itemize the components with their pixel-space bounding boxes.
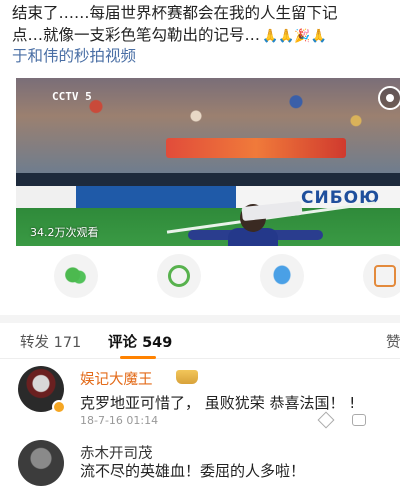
tab-repost[interactable]: 转发 171: [20, 331, 81, 352]
tab-repost-count: 171: [53, 335, 82, 351]
post-text-line-1: 结束了……每届世界杯赛都会在我的人生留下记: [12, 4, 338, 22]
share-wechat-button[interactable]: [54, 254, 98, 298]
share-qq-button[interactable]: [260, 254, 304, 298]
comment-username[interactable]: 娱记大魔王: [80, 368, 153, 389]
avatar[interactable]: [18, 440, 64, 486]
view-count: 34.2万次观看: [30, 226, 99, 239]
live-icon[interactable]: [378, 86, 400, 110]
channel-logo: CCTV 5: [52, 90, 92, 103]
share-moments-button[interactable]: [157, 254, 201, 298]
comment-item[interactable]: 赤木开司茂 流不尽的英雄血！委屈的人多啦！: [0, 438, 400, 489]
edit-icon[interactable]: [317, 411, 335, 429]
share-row: [0, 254, 400, 304]
verified-badge-icon: [52, 400, 66, 414]
tab-like[interactable]: 赞: [386, 331, 400, 352]
post-text-line-2-text: 点…就像一支彩色笔勾勒出的记号…: [12, 26, 261, 44]
tab-comment-count: 549: [142, 335, 173, 351]
video-player[interactable]: СИБОЮ 3 CCTV 5 34.2万次观看: [16, 78, 400, 246]
tab-repost-label: 转发: [20, 335, 49, 351]
comment-text: 克罗地亚可惜了， 虽败犹荣 恭喜法国！ !: [80, 394, 356, 412]
flag-banner: [166, 138, 346, 158]
post-body: 结束了……每届世界杯赛都会在我的人生留下记 点…就像一支彩色笔勾勒出的记号… 🙏🙏…: [12, 2, 400, 46]
wechat-icon: [65, 265, 87, 287]
comment-item[interactable]: 娱记大魔王 克罗地亚可惜了， 虽败犹荣 恭喜法国！ ! 18-7-16 01:1…: [0, 364, 400, 434]
moments-icon: [168, 265, 190, 287]
crown-icon: [176, 370, 198, 384]
emoji-icons: 🙏🙏🎉🙏: [262, 29, 327, 44]
post-text-line-2: 点…就像一支彩色笔勾勒出的记号… 🙏🙏🎉🙏: [12, 24, 400, 46]
tab-bar: 转发 171 评论 549 赞: [0, 323, 400, 359]
tab-comment[interactable]: 评论 549: [108, 331, 172, 352]
comment-time: 18-7-16 01:14: [80, 414, 159, 427]
active-tab-indicator: [120, 356, 156, 359]
comment-text: 流不尽的英雄血！委屈的人多啦！: [80, 462, 306, 480]
section-divider: [0, 315, 400, 323]
share-more-button[interactable]: [363, 254, 400, 298]
jersey-number: 3: [250, 244, 265, 246]
video-source-link[interactable]: 于和伟的秒拍视频: [12, 44, 136, 66]
more-icon: [374, 265, 396, 287]
tab-comment-label: 评论: [108, 335, 137, 351]
qq-icon: [271, 265, 293, 287]
reply-icon[interactable]: [352, 414, 366, 426]
